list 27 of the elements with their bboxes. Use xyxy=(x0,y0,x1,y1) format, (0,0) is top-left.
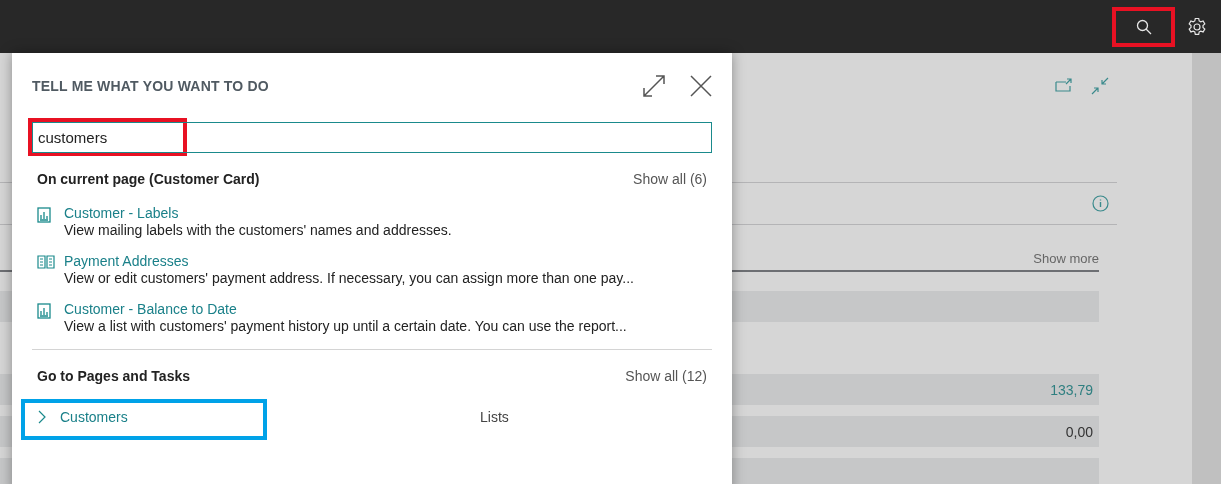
search-field[interactable]: customers xyxy=(32,122,712,153)
book-icon xyxy=(37,255,55,269)
show-all-link[interactable]: Show all (6) xyxy=(633,171,707,187)
info-icon[interactable] xyxy=(1092,195,1109,212)
category-label: Lists xyxy=(480,409,509,425)
settings-icon[interactable] xyxy=(1187,16,1207,37)
result-description: View a list with customers' payment history up until a certain date. You can use the report... xyxy=(64,318,627,335)
field-value: 0,00 xyxy=(1065,423,1094,440)
field-value[interactable]: 133,79 xyxy=(1050,381,1099,398)
search-icon[interactable] xyxy=(1135,18,1152,35)
report-icon xyxy=(37,303,51,319)
chevron-icon xyxy=(38,410,46,424)
result-row[interactable]: Customers Lists xyxy=(32,404,712,430)
show-more-link[interactable]: Show more xyxy=(1033,251,1099,270)
section-heading: On current page (Customer Card) xyxy=(37,171,260,187)
result-description: View or edit customers' payment address. If necessary, you can assign more than one pay... xyxy=(64,270,634,287)
result-link[interactable]: Customer - Balance to Date xyxy=(64,301,627,318)
result-description: View mailing labels with the customers' names and addresses. xyxy=(64,222,452,239)
report-icon xyxy=(37,207,51,223)
show-all-link[interactable]: Show all (12) xyxy=(625,368,707,384)
result-link[interactable]: Customer - Labels xyxy=(64,205,452,222)
close-icon[interactable] xyxy=(690,75,712,97)
section-heading: Go to Pages and Tasks xyxy=(37,368,190,384)
expand-icon[interactable] xyxy=(642,74,666,98)
collapse-icon[interactable] xyxy=(1091,77,1109,95)
dialog-title: TELL ME WHAT YOU WANT TO DO xyxy=(32,78,270,94)
result-link[interactable]: Payment Addresses xyxy=(64,253,634,270)
